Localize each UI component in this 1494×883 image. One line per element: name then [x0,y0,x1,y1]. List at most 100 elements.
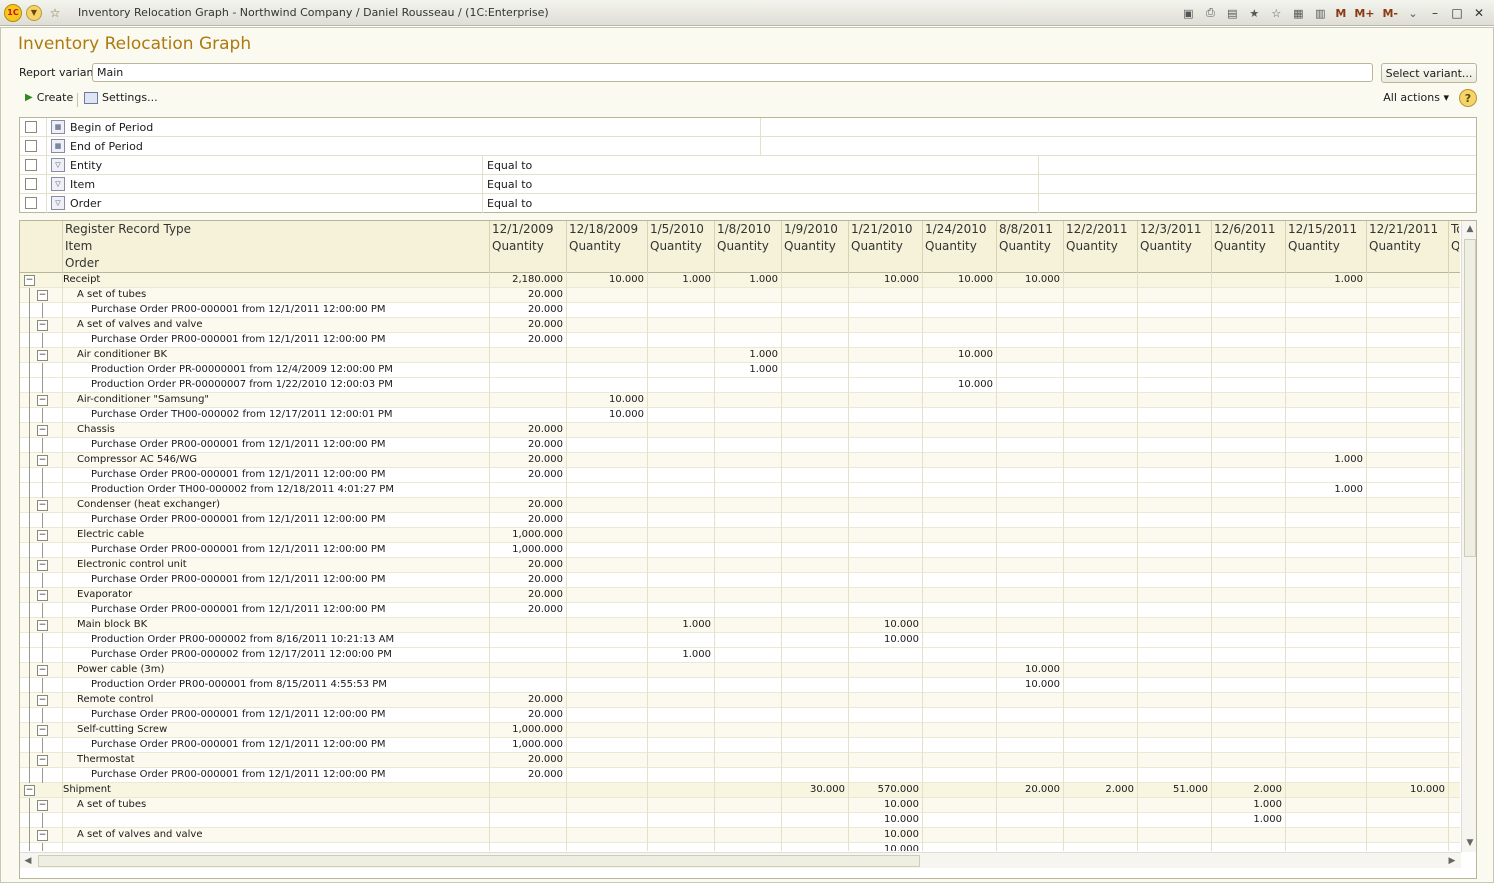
collapse-toggle-icon[interactable]: − [37,560,48,571]
create-button[interactable]: ▶ Create [25,91,73,104]
report-order-row[interactable]: Production Order TH00-000002 from 12/18/… [20,483,1460,498]
preview-icon[interactable]: ▤ [1223,4,1241,22]
report-order-row[interactable]: Production Order PR00-000001 from 8/15/2… [20,678,1460,693]
row-divider [566,753,567,768]
report-item-row[interactable]: − Remote control 20.000 [20,693,1460,708]
report-order-row[interactable]: Purchase Order PR00-000001 from 12/1/201… [20,708,1460,723]
report-order-row[interactable]: Purchase Order PR00-000001 from 12/1/201… [20,303,1460,318]
collapse-toggle-icon[interactable]: − [37,695,48,706]
report-order-row[interactable]: Purchase Order PR00-000001 from 12/1/201… [20,603,1460,618]
report-order-row[interactable]: Purchase Order PR00-000002 from 12/17/20… [20,648,1460,663]
report-order-row[interactable]: Purchase Order PR00-000001 from 12/1/201… [20,543,1460,558]
report-order-row[interactable]: Production Order PR-00000007 from 1/22/2… [20,378,1460,393]
report-item-row[interactable]: − Air conditioner BK 1.000 10.000 [20,348,1460,363]
filter-checkbox[interactable] [25,197,37,209]
favorites-star-icon[interactable]: ☆ [46,4,64,22]
collapse-toggle-icon[interactable]: − [37,755,48,766]
collapse-toggle-icon[interactable]: − [24,785,35,796]
scroll-left-arrow-icon[interactable]: ◀ [20,853,36,869]
memory-minus-button[interactable]: M- [1380,7,1400,20]
collapse-toggle-icon[interactable]: − [37,455,48,466]
scroll-up-arrow-icon[interactable]: ▲ [1462,221,1476,237]
report-item-row[interactable]: − Self-cutting Screw 1,000.000 [20,723,1460,738]
collapse-toggle-icon[interactable]: − [37,290,48,301]
report-item-row[interactable]: − Power cable (3m) 10.000 [20,663,1460,678]
report-group-row[interactable]: − Receipt 2,180.000 10.000 1.000 1.000 10.000 1… [20,273,1460,288]
memory-plus-button[interactable]: M+ [1352,7,1376,20]
filter-condition[interactable]: Equal to [487,159,532,172]
report-item-row[interactable]: − Compressor AC 546/WG 20.000 1.000 [20,453,1460,468]
collapse-toggle-icon[interactable]: − [37,395,48,406]
maximize-icon[interactable]: □ [1448,4,1466,22]
report-item-row[interactable]: − Evaporator 20.000 [20,588,1460,603]
filter-checkbox[interactable] [25,140,37,152]
collapse-toggle-icon[interactable]: − [37,320,48,331]
report-item-row[interactable]: − Thermostat 20.000 [20,753,1460,768]
report-item-row[interactable]: − Condenser (heat exchanger) 20.000 [20,498,1460,513]
report-item-row[interactable]: − A set of tubes 10.000 1.000 [20,798,1460,813]
report-order-row[interactable]: Purchase Order PR00-000001 from 12/1/201… [20,333,1460,348]
report-order-row[interactable]: Purchase Order PR00-000001 from 12/1/201… [20,738,1460,753]
scroll-right-arrow-icon[interactable]: ▶ [1444,853,1460,869]
vertical-scrollbar[interactable]: ▲ ▼ [1461,221,1476,852]
filter-condition[interactable]: Equal to [487,197,532,210]
report-order-row[interactable]: Production Order PR-00000001 from 12/4/2… [20,363,1460,378]
collapse-toggle-icon[interactable]: − [37,830,48,841]
close-icon[interactable]: ✕ [1470,4,1488,22]
filter-checkbox[interactable] [25,159,37,171]
report-order-row[interactable]: 10.000 [20,843,1460,851]
report-item-row[interactable]: − A set of tubes 20.000 [20,288,1460,303]
chevron-down-icon[interactable]: ⌄ [1404,4,1422,22]
collapse-toggle-icon[interactable]: − [37,590,48,601]
save-icon[interactable]: ▣ [1179,4,1197,22]
app-logo-icon[interactable]: 1C [4,3,22,22]
scroll-down-arrow-icon[interactable]: ▼ [1462,835,1476,851]
calendar-icon[interactable]: ▥ [1311,4,1329,22]
horizontal-scrollbar[interactable]: ◀ ▶ [20,852,1461,868]
report-item-row[interactable]: − Air-conditioner "Samsung" 10.000 [20,393,1460,408]
report-order-row[interactable]: Purchase Order PR00-000001 from 12/1/201… [20,438,1460,453]
report-order-row[interactable]: Purchase Order TH00-000002 from 12/17/20… [20,408,1460,423]
help-icon[interactable]: ? [1459,89,1477,107]
report-spreadsheet[interactable]: Register Record Type Item Order 12/1/2009 Qu… [19,220,1477,879]
report-order-row[interactable]: 10.000 1.000 [20,813,1460,828]
main-menu-icon[interactable]: ▼ [26,4,42,21]
report-item-row[interactable]: − A set of valves and valve 20.000 [20,318,1460,333]
all-actions-menu[interactable]: All actions ▾ [1383,91,1449,104]
collapse-toggle-icon[interactable]: − [37,665,48,676]
vertical-scroll-thumb[interactable] [1464,239,1476,557]
calculator-icon[interactable]: ▦ [1289,4,1307,22]
select-variant-button[interactable]: Select variant... [1381,63,1477,83]
filter-checkbox[interactable] [25,121,37,133]
memory-m-button[interactable]: M [1333,7,1348,20]
report-item-row[interactable]: − Electric cable 1,000.000 [20,528,1460,543]
report-item-row[interactable]: − Electronic control unit 20.000 [20,558,1460,573]
settings-button[interactable]: Settings... [84,91,158,104]
report-order-row[interactable]: Purchase Order PR00-000001 from 12/1/201… [20,768,1460,783]
print-icon[interactable]: ⎙ [1201,4,1219,22]
report-item-row[interactable]: − Main block BK 1.000 10.000 [20,618,1460,633]
add-favorite-icon[interactable]: ★ [1245,4,1263,22]
report-order-row[interactable]: Purchase Order PR00-000001 from 12/1/201… [20,573,1460,588]
report-order-row[interactable]: Purchase Order PR00-000001 from 12/1/201… [20,513,1460,528]
filter-checkbox[interactable] [25,178,37,190]
filter-condition[interactable]: Equal to [487,178,532,191]
report-item-row[interactable]: − Chassis 20.000 [20,423,1460,438]
report-order-row[interactable]: Production Order PR00-000002 from 8/16/2… [20,633,1460,648]
collapse-toggle-icon[interactable]: − [37,530,48,541]
row-divider [1137,678,1138,693]
report-variant-field[interactable]: Main [92,63,1373,82]
collapse-toggle-icon[interactable]: − [37,725,48,736]
report-order-row[interactable]: Purchase Order PR00-000001 from 12/1/201… [20,468,1460,483]
collapse-toggle-icon[interactable]: − [24,275,35,286]
minimize-icon[interactable]: – [1426,4,1444,22]
horizontal-scroll-thumb[interactable] [38,855,920,867]
report-item-row[interactable]: − A set of valves and valve 10.000 [20,828,1460,843]
collapse-toggle-icon[interactable]: − [37,350,48,361]
favorites-icon[interactable]: ☆ [1267,4,1285,22]
report-group-row[interactable]: − Shipment 30.000 570.000 20.000 2.000 51.000 2… [20,783,1460,798]
collapse-toggle-icon[interactable]: − [37,425,48,436]
collapse-toggle-icon[interactable]: − [37,620,48,631]
collapse-toggle-icon[interactable]: − [37,500,48,511]
collapse-toggle-icon[interactable]: − [37,800,48,811]
